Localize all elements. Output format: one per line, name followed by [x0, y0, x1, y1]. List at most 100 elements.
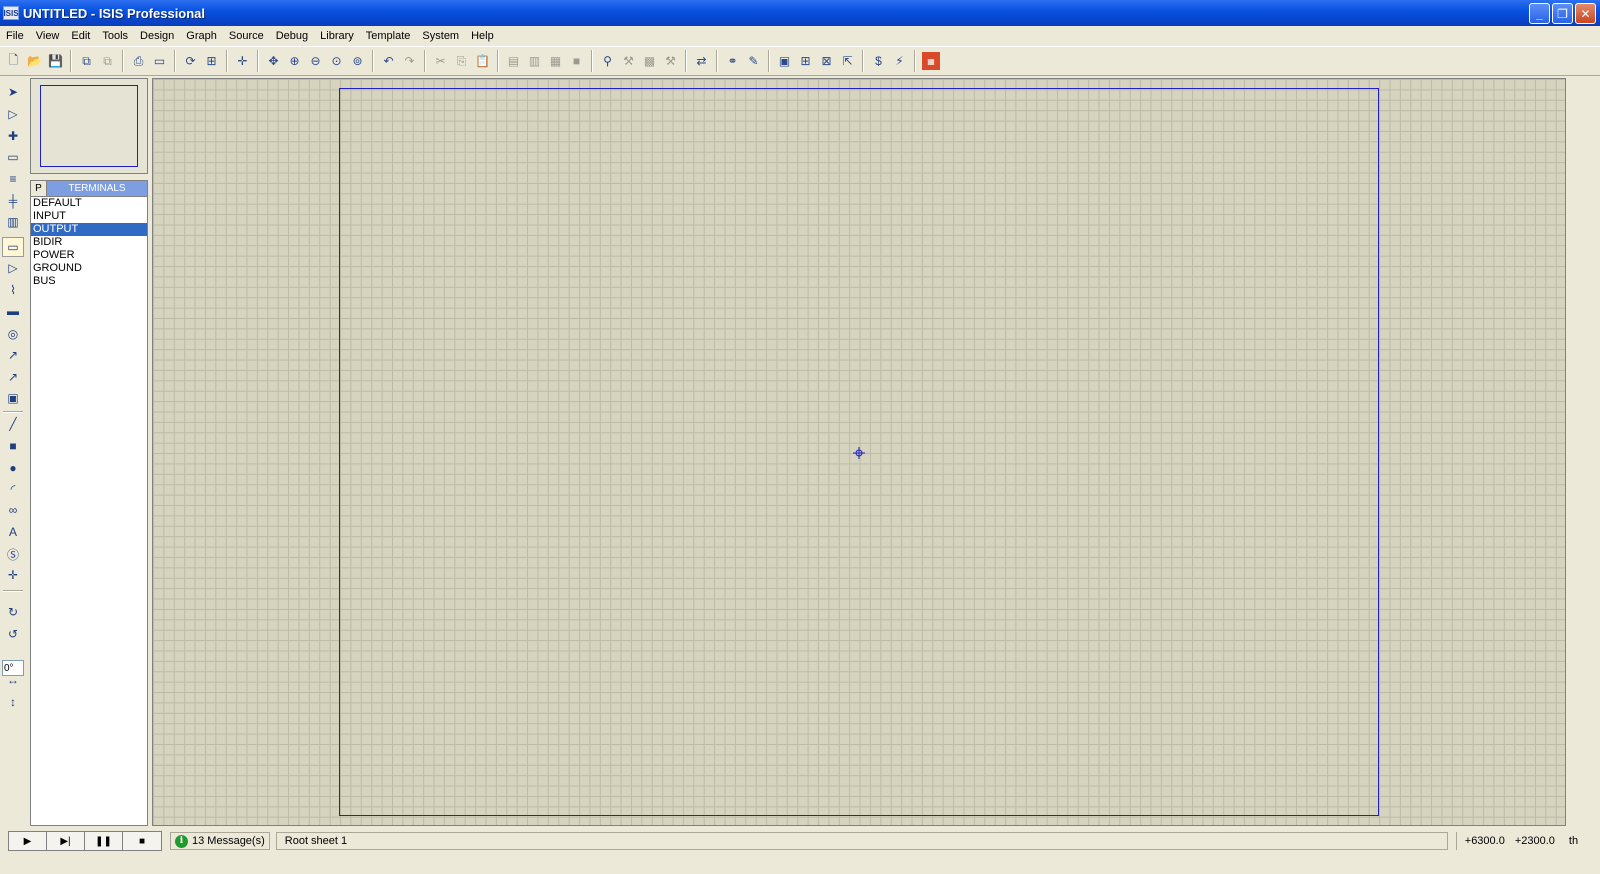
new-sheet-icon[interactable]: ▣ — [774, 50, 795, 72]
wire-autorouter-icon[interactable]: ⇄ — [691, 50, 712, 72]
import-icon[interactable]: ⧉ — [76, 50, 97, 72]
remove-sheet-icon[interactable]: ⊠ — [816, 50, 837, 72]
list-item[interactable]: DEFAULT — [31, 197, 147, 210]
menu-design[interactable]: Design — [134, 30, 180, 42]
block-copy-icon[interactable]: ▤ — [503, 50, 524, 72]
list-item[interactable]: OUTPUT — [31, 223, 147, 236]
list-item[interactable]: GROUND — [31, 262, 147, 275]
refresh-icon[interactable]: ⟳ — [180, 50, 201, 72]
erc-icon[interactable]: ⚡ — [889, 50, 910, 72]
menu-help[interactable]: Help — [465, 30, 500, 42]
menu-edit[interactable]: Edit — [65, 30, 96, 42]
ares-icon[interactable]: ▦ — [922, 52, 940, 70]
new-icon[interactable]: 🗋 — [3, 50, 24, 72]
menu-library[interactable]: Library — [314, 30, 360, 42]
arc-icon[interactable]: ◜ — [2, 479, 24, 499]
list-item[interactable]: BUS — [31, 275, 147, 288]
virtual-instruments-icon[interactable]: ▣ — [2, 388, 24, 408]
subcircuit-icon[interactable]: ▥ — [2, 212, 24, 232]
zoom-in-icon[interactable]: ⊕ — [284, 50, 305, 72]
menu-template[interactable]: Template — [360, 30, 417, 42]
text-icon[interactable]: A — [2, 522, 24, 542]
property-assign-icon[interactable]: ✎ — [743, 50, 764, 72]
component-mode-icon[interactable]: ▷ — [2, 104, 24, 124]
pick-device-icon[interactable]: ⚲ — [597, 50, 618, 72]
generator-icon[interactable]: ◎ — [2, 324, 24, 344]
copy-icon[interactable]: ⎘ — [451, 50, 472, 72]
print-icon[interactable]: ⎙ — [128, 50, 149, 72]
rotate-cw-icon[interactable]: ↻ — [2, 602, 24, 622]
close-button[interactable]: ✕ — [1575, 3, 1596, 24]
play-button[interactable]: ▶ — [9, 832, 47, 850]
terminals-mode-icon[interactable]: ▭ — [2, 237, 24, 257]
voltage-probe-icon[interactable]: ↗ — [2, 345, 24, 365]
symbol-icon[interactable]: Ⓢ — [2, 544, 24, 564]
zoom-out-icon[interactable]: ⊖ — [305, 50, 326, 72]
paste-icon[interactable]: 📋 — [472, 50, 493, 72]
units-indicator[interactable]: th — [1569, 835, 1578, 847]
bom-icon[interactable]: $ — [868, 50, 889, 72]
status-bar: ▶ ▶| ❚❚ ■ i 13 Message(s) Root sheet 1 +… — [0, 830, 1600, 852]
schematic-editing-canvas[interactable] — [152, 78, 1566, 826]
menu-view[interactable]: View — [30, 30, 66, 42]
cut-icon[interactable]: ✂ — [430, 50, 451, 72]
zoom-area-icon[interactable]: ⊚ — [347, 50, 368, 72]
list-item[interactable]: BIDIR — [31, 236, 147, 249]
menu-file[interactable]: File — [0, 30, 30, 42]
selection-mode-icon[interactable]: ➤ — [2, 82, 24, 102]
origin-icon[interactable]: ✛ — [232, 50, 253, 72]
menu-source[interactable]: Source — [223, 30, 270, 42]
goto-sheet-icon[interactable]: ⇱ — [837, 50, 858, 72]
maximize-button[interactable]: ❐ — [1552, 3, 1573, 24]
junction-dot-icon[interactable]: ✚ — [2, 126, 24, 146]
box-icon[interactable]: ■ — [2, 436, 24, 456]
decompose-icon[interactable]: ⚒ — [660, 50, 681, 72]
area-icon[interactable]: ▭ — [149, 50, 170, 72]
wire-label-icon[interactable]: ▭ — [2, 147, 24, 167]
marker-icon[interactable]: ✛ — [2, 565, 24, 585]
pause-button[interactable]: ❚❚ — [85, 832, 123, 850]
current-probe-icon[interactable]: ↗ — [2, 367, 24, 387]
isis-app-icon[interactable]: ISIS — [3, 6, 19, 20]
messages-indicator[interactable]: i 13 Message(s) — [170, 832, 270, 850]
open-icon[interactable]: 📂 — [24, 50, 45, 72]
save-icon[interactable]: 💾 — [45, 50, 66, 72]
undo-icon[interactable]: ↶ — [378, 50, 399, 72]
block-move-icon[interactable]: ▥ — [524, 50, 545, 72]
menu-tools[interactable]: Tools — [96, 30, 134, 42]
stop-button[interactable]: ■ — [123, 832, 161, 850]
list-item[interactable]: POWER — [31, 249, 147, 262]
minimize-button[interactable]: _ — [1529, 3, 1550, 24]
text-script-icon[interactable]: ≡ — [2, 169, 24, 189]
menu-graph[interactable]: Graph — [180, 30, 223, 42]
pick-button[interactable]: P — [31, 181, 47, 196]
path-icon[interactable]: ∞ — [2, 500, 24, 520]
block-rotate-icon[interactable]: ▦ — [545, 50, 566, 72]
list-item[interactable]: INPUT — [31, 210, 147, 223]
graph-mode-icon[interactable]: ⌇ — [2, 280, 24, 300]
toolbar-divider — [716, 50, 718, 72]
tape-recorder-icon[interactable]: ▬ — [2, 301, 24, 321]
title-bar[interactable]: ISIS UNTITLED - ISIS Professional _ ❐ ✕ — [0, 0, 1600, 26]
pan-icon[interactable]: ✥ — [263, 50, 284, 72]
zoom-all-icon[interactable]: ⊙ — [326, 50, 347, 72]
step-button[interactable]: ▶| — [47, 832, 85, 850]
block-delete-icon[interactable]: ■ — [566, 50, 587, 72]
mirror-horizontal-icon[interactable]: ↔ — [2, 670, 24, 690]
line-icon[interactable]: ╱ — [2, 414, 24, 434]
grid-icon[interactable]: ⊞ — [201, 50, 222, 72]
mirror-vertical-icon[interactable]: ↕ — [2, 692, 24, 712]
redo-icon[interactable]: ↷ — [399, 50, 420, 72]
export-icon[interactable]: ⧉ — [97, 50, 118, 72]
bus-icon[interactable]: ╪ — [2, 191, 24, 211]
make-device-icon[interactable]: ⚒ — [618, 50, 639, 72]
rotate-ccw-icon[interactable]: ↺ — [2, 624, 24, 644]
menu-debug[interactable]: Debug — [270, 30, 314, 42]
search-icon[interactable]: ⚭ — [722, 50, 743, 72]
circle-icon[interactable]: ● — [2, 458, 24, 478]
add-sheet-icon[interactable]: ⊞ — [795, 50, 816, 72]
overview-window[interactable] — [30, 78, 148, 174]
packaging-icon[interactable]: ▩ — [639, 50, 660, 72]
menu-system[interactable]: System — [416, 30, 465, 42]
device-pin-icon[interactable]: ▷ — [2, 258, 24, 278]
